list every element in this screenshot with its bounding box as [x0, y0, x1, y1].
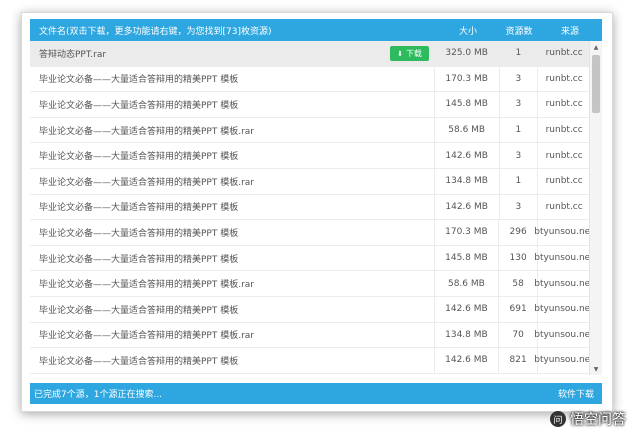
file-size-cell: 170.3 MB — [433, 66, 499, 92]
result-row[interactable]: 毕业论文必备——大量适合答辩用的精美PPT 模板 170.3 MB 296 btyun… — [30, 220, 594, 246]
file-name-cell: 毕业论文必备——大量适合答辩用的精美PPT 模板 — [30, 195, 434, 220]
resource-count-cell: 3 — [498, 143, 538, 168]
file-name-text: 毕业论文必备——大量适合答辩用的精美PPT 模板 — [39, 228, 239, 239]
column-header-size[interactable]: 大小 — [436, 24, 500, 37]
file-size-cell: 145.8 MB — [433, 92, 499, 117]
result-row[interactable]: 毕业论文必备——大量适合答辩用的精美PPT 模板 170.3 MB 3 runbt.c… — [30, 66, 590, 93]
scrollbar-thumb[interactable] — [592, 55, 600, 113]
file-name-cell: 毕业论文必备——大量适合答辩用的精美PPT 模板.rar — [30, 271, 434, 296]
result-row[interactable]: 毕业论文必备——大量适合答辩用的精美PPT 模板.rar 134.8 MB 70 bt… — [30, 322, 594, 349]
result-row[interactable]: 毕业论文必备——大量适合答辩用的精美PPT 模板 142.6 MB 821 btyun… — [30, 348, 594, 374]
result-row[interactable]: 毕业论文必备——大量适合答辩用的精美PPT 模板.rar 58.6 MB 58 bty… — [30, 271, 594, 297]
vertical-scrollbar[interactable]: ▲ ▼ — [589, 41, 602, 375]
scroll-down-icon[interactable]: ▼ — [590, 363, 602, 375]
file-size-cell: 325.0 MB — [433, 41, 499, 66]
watermark-text: 悟空问答 — [570, 412, 626, 428]
file-name-text: 毕业论文必备——大量适合答辩用的精美PPT 模板 — [39, 152, 239, 163]
scroll-up-icon[interactable]: ▲ — [590, 41, 602, 53]
file-name-text: 答辩动态PPT.rar — [39, 49, 107, 60]
download-arrow-icon: ⬇ — [397, 49, 403, 58]
file-size-cell: 58.6 MB — [433, 117, 499, 143]
source-cell: runbt.cc — [537, 92, 590, 117]
watermark-logo: 问 悟空问答 — [550, 409, 626, 429]
result-row[interactable]: 毕业论文必备——大量适合答辩用的精美PPT 模板 142.6 MB 3 runbt.c… — [30, 194, 590, 221]
file-name-cell: 答辩动态PPT.rar ⬇ 下载 — [30, 41, 434, 66]
file-name-text: 毕业论文必备——大量适合答辩用的精美PPT 模板 — [39, 305, 239, 316]
result-row[interactable]: 答辩动态PPT.rar ⬇ 下载 325.0 MB 1 runbt.cc — [30, 41, 590, 67]
resource-count-cell: 3 — [498, 66, 538, 92]
file-size-cell: 142.6 MB — [433, 143, 499, 168]
file-name-cell: 毕业论文必备——大量适合答辩用的精美PPT 模板 — [30, 143, 434, 168]
file-name-text: 毕业论文必备——大量适合答辩用的精美PPT 模板.rar — [39, 331, 254, 342]
file-name-cell: 毕业论文必备——大量适合答辩用的精美PPT 模板 — [30, 220, 434, 245]
search-results-window: 文件名(双击下载，更多功能请右键，为您找到[73]枚资源) 大小 资源数 来源 … — [21, 12, 613, 412]
results-list[interactable]: 答辩动态PPT.rar ⬇ 下载 325.0 MB 1 runbt.cc 毕业论文必备——大… — [30, 41, 602, 375]
result-row[interactable]: 毕业论文必备——大量适合答辩用的精美PPT 模板 145.8 MB 3 runbt.c… — [30, 92, 590, 118]
file-name-cell: 毕业论文必备——大量适合答辩用的精美PPT 模板 — [30, 297, 434, 322]
file-name-text: 毕业论文必备——大量适合答辩用的精美PPT 模板 — [39, 100, 239, 111]
file-name-text: 毕业论文必备——大量适合答辩用的精美PPT 模板.rar — [39, 126, 254, 137]
source-cell: runbt.cc — [537, 194, 590, 220]
resource-count-cell: 296 — [498, 220, 537, 245]
resource-count-cell: 3 — [498, 92, 538, 117]
file-name-text: 毕业论文必备——大量适合答辩用的精美PPT 模板.rar — [39, 177, 254, 188]
file-name-cell: 毕业论文必备——大量适合答辩用的精美PPT 模板 — [30, 348, 434, 373]
file-name-text: 毕业论文必备——大量适合答辩用的精美PPT 模板 — [39, 75, 239, 86]
file-name-cell: 毕业论文必备——大量适合答辩用的精美PPT 模板 — [30, 246, 434, 271]
source-cell: btyunsou.net — [534, 322, 594, 348]
resource-count-cell: 1 — [498, 168, 538, 194]
source-cell: btyunsou.net — [534, 348, 594, 373]
file-size-cell: 142.6 MB — [433, 296, 499, 322]
file-name-cell: 毕业论文必备——大量适合答辩用的精美PPT 模板 — [30, 67, 434, 92]
wukong-logo-icon: 问 — [550, 411, 566, 427]
status-bar: 已完成7个源，1个源正在搜索... 软件下载 — [30, 383, 602, 404]
source-cell: btyunsou.net — [534, 245, 594, 271]
file-name-text: 毕业论文必备——大量适合答辩用的精美PPT 模板.rar — [39, 280, 254, 291]
resource-count-cell: 1 — [498, 41, 538, 66]
software-download-link[interactable]: 软件下载 — [558, 387, 594, 400]
file-size-cell: 58.6 MB — [433, 271, 499, 296]
download-button-label: 下载 — [405, 49, 422, 58]
resource-count-cell: 58 — [498, 271, 537, 296]
results-rows: 答辩动态PPT.rar ⬇ 下载 325.0 MB 1 runbt.cc 毕业论文必备——大… — [30, 41, 594, 374]
download-button[interactable]: ⬇ 下载 — [390, 46, 429, 61]
source-cell: btyunsou.net — [534, 220, 594, 245]
file-name-cell: 毕业论文必备——大量适合答辩用的精美PPT 模板.rar — [30, 169, 434, 194]
file-name-text: 毕业论文必备——大量适合答辩用的精美PPT 模板 — [39, 203, 239, 214]
resource-count-cell: 821 — [498, 348, 537, 373]
source-cell: runbt.cc — [537, 117, 590, 143]
file-size-cell: 142.6 MB — [433, 194, 499, 220]
result-row[interactable]: 毕业论文必备——大量适合答辩用的精美PPT 模板 142.6 MB 3 runbt.c… — [30, 143, 590, 169]
source-cell: runbt.cc — [537, 41, 590, 66]
resource-count-cell: 3 — [498, 194, 538, 220]
file-size-cell: 145.8 MB — [433, 245, 499, 271]
file-name-text: 毕业论文必备——大量适合答辩用的精美PPT 模板 — [39, 356, 239, 367]
source-cell: runbt.cc — [537, 143, 590, 168]
search-status-text: 已完成7个源，1个源正在搜索... — [34, 390, 163, 400]
result-row[interactable]: 毕业论文必备——大量适合答辩用的精美PPT 模板 145.8 MB 130 btyun… — [30, 245, 594, 272]
result-row[interactable]: 毕业论文必备——大量适合答辩用的精美PPT 模板 142.6 MB 691 btyun… — [30, 296, 594, 323]
column-header-source[interactable]: 来源 — [538, 24, 602, 37]
result-row[interactable]: 毕业论文必备——大量适合答辩用的精美PPT 模板.rar 58.6 MB 1 runb… — [30, 117, 590, 144]
column-header-resource-count[interactable]: 资源数 — [500, 24, 538, 37]
resource-count-cell: 691 — [498, 296, 537, 322]
file-size-cell: 134.8 MB — [433, 322, 499, 348]
source-cell: runbt.cc — [537, 66, 590, 92]
file-name-cell: 毕业论文必备——大量适合答辩用的精美PPT 模板.rar — [30, 118, 434, 143]
file-size-cell: 134.8 MB — [433, 168, 499, 194]
column-header-filename[interactable]: 文件名(双击下载，更多功能请右键，为您找到[73]枚资源) — [30, 24, 436, 37]
file-name-text: 毕业论文必备——大量适合答辩用的精美PPT 模板 — [39, 254, 239, 265]
resource-count-cell: 130 — [498, 245, 537, 271]
source-cell: btyunsou.net — [534, 296, 594, 322]
resource-count-cell: 1 — [498, 117, 538, 143]
resource-count-cell: 70 — [498, 322, 537, 348]
result-row[interactable]: 毕业论文必备——大量适合答辩用的精美PPT 模板.rar 134.8 MB 1 run… — [30, 168, 590, 195]
file-size-cell: 170.3 MB — [433, 220, 499, 245]
list-header: 文件名(双击下载，更多功能请右键，为您找到[73]枚资源) 大小 资源数 来源 — [30, 19, 602, 41]
file-name-cell: 毕业论文必备——大量适合答辩用的精美PPT 模板 — [30, 92, 434, 117]
source-cell: btyunsou.net — [534, 271, 594, 296]
file-size-cell: 142.6 MB — [433, 348, 499, 373]
source-cell: runbt.cc — [537, 168, 590, 194]
file-name-cell: 毕业论文必备——大量适合答辩用的精美PPT 模板.rar — [30, 323, 434, 348]
